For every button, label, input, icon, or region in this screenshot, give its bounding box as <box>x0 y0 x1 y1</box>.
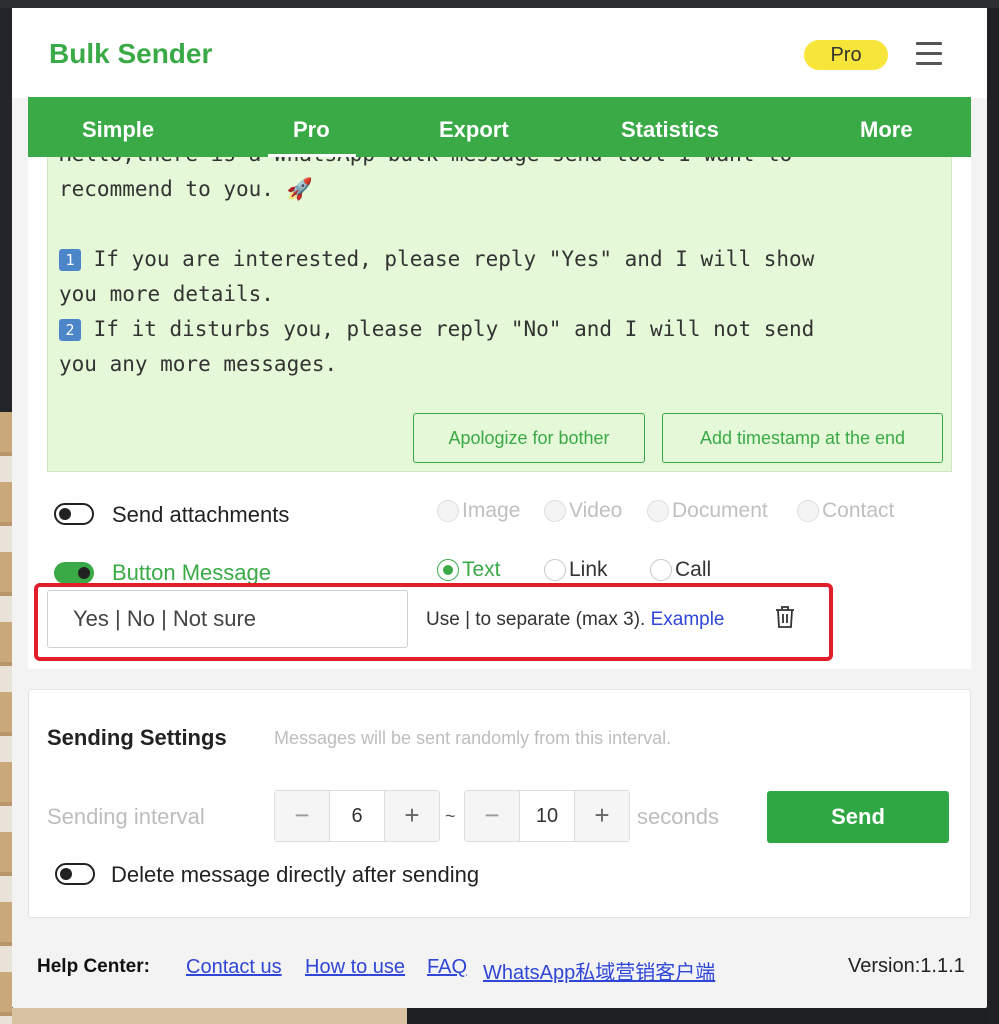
help-center-title: Help Center: <box>37 956 150 977</box>
apologize-button[interactable]: Apologize for bother <box>413 413 645 463</box>
radio-document[interactable]: Document <box>647 498 768 524</box>
min-interval-stepper: − 6 + <box>274 790 440 842</box>
radio-image[interactable]: Image <box>437 498 520 524</box>
max-interval-value[interactable]: 10 <box>519 791 575 841</box>
radio-video[interactable]: Video <box>544 498 622 524</box>
radio-circle <box>650 559 672 581</box>
message-text: Hello,there is a WhatsApp bulk message s… <box>59 157 939 382</box>
how-to-use-link[interactable]: How to use <box>305 956 405 979</box>
message-line-2: recommend to you. 🚀 <box>59 177 313 201</box>
annotation-highlight-box <box>34 583 833 661</box>
radio-call-label: Call <box>675 558 712 581</box>
max-interval-stepper: − 10 + <box>464 790 630 842</box>
radio-call[interactable]: Call <box>650 557 711 583</box>
contact-us-link[interactable]: Contact us <box>186 956 282 979</box>
background-box-bottom <box>12 1008 407 1024</box>
footer: Help Center: Contact us How to use FAQ W… <box>12 948 987 988</box>
send-attachments-label: Send attachments <box>112 502 290 527</box>
desktop-background-top <box>0 0 999 8</box>
radio-link[interactable]: Link <box>544 557 608 583</box>
message-line-3b: you more details. <box>59 282 274 306</box>
extension-popup: Bulk Sender Pro Simple Pro Export Statis… <box>12 8 987 1008</box>
radio-circle <box>647 500 669 522</box>
faq-link[interactable]: FAQ <box>427 956 467 979</box>
radio-circle <box>544 500 566 522</box>
radio-circle <box>437 500 459 522</box>
tab-export[interactable]: Export <box>439 117 509 143</box>
max-increment-button[interactable]: + <box>575 791 629 841</box>
radio-circle <box>437 559 459 581</box>
sending-settings-description: Messages will be sent randomly from this… <box>274 728 672 748</box>
tab-bar: Simple Pro Export Statistics More <box>28 97 971 157</box>
brand-title: Bulk Sender <box>49 38 213 69</box>
desktop-background-right <box>987 8 999 1024</box>
message-line-3a: If you are interested, please reply "Yes… <box>81 247 815 271</box>
keycap-one-icon: 1 <box>59 249 81 271</box>
radio-text[interactable]: Text <box>437 557 501 583</box>
radio-contact-label: Contact <box>822 499 895 522</box>
radio-text-label: Text <box>462 558 501 581</box>
whatsapp-client-link[interactable]: WhatsApp私域营销客户端 <box>483 956 715 985</box>
version-label: Version:1.1.1 <box>848 955 965 977</box>
sending-settings-card: Sending Settings Messages will be sent r… <box>28 689 971 918</box>
delete-after-sending-toggle[interactable] <box>55 863 95 885</box>
seconds-unit-label: seconds <box>637 804 719 829</box>
tab-statistics[interactable]: Statistics <box>621 117 719 143</box>
max-decrement-button[interactable]: − <box>465 791 519 841</box>
radio-contact[interactable]: Contact <box>797 498 894 524</box>
message-line-4b: you any more messages. <box>59 352 338 376</box>
keycap-two-icon: 2 <box>59 319 81 341</box>
tab-simple[interactable]: Simple <box>82 117 154 143</box>
add-timestamp-button[interactable]: Add timestamp at the end <box>662 413 943 463</box>
sending-settings-title: Sending Settings <box>47 725 227 750</box>
message-line-1: Hello,there is a WhatsApp bulk message s… <box>59 157 792 166</box>
message-line-4a: If it disturbs you, please reply "No" an… <box>81 317 815 341</box>
radio-circle <box>797 500 819 522</box>
interval-separator: ~ <box>445 806 456 826</box>
radio-circle <box>544 559 566 581</box>
delete-after-sending-label: Delete message directly after sending <box>111 862 480 887</box>
tab-pro[interactable]: Pro <box>293 117 330 143</box>
radio-video-label: Video <box>569 499 623 522</box>
message-textarea[interactable]: Hello,there is a WhatsApp bulk message s… <box>47 157 952 472</box>
radio-link-label: Link <box>569 558 608 581</box>
button-message-toggle[interactable] <box>54 562 94 584</box>
send-attachments-toggle[interactable] <box>54 503 94 525</box>
sending-interval-label: Sending interval <box>47 804 205 829</box>
send-button[interactable]: Send <box>767 791 949 843</box>
hamburger-menu-icon[interactable] <box>916 42 942 66</box>
background-boxes-image <box>0 412 12 1024</box>
header: Bulk Sender Pro <box>12 8 987 98</box>
tab-more[interactable]: More <box>860 117 913 143</box>
radio-document-label: Document <box>672 499 768 522</box>
min-decrement-button[interactable]: − <box>275 791 329 841</box>
radio-image-label: Image <box>462 499 521 522</box>
message-card: Hello,there is a WhatsApp bulk message s… <box>28 157 971 669</box>
min-interval-value[interactable]: 6 <box>329 791 385 841</box>
pro-badge[interactable]: Pro <box>804 40 888 70</box>
min-increment-button[interactable]: + <box>385 791 439 841</box>
